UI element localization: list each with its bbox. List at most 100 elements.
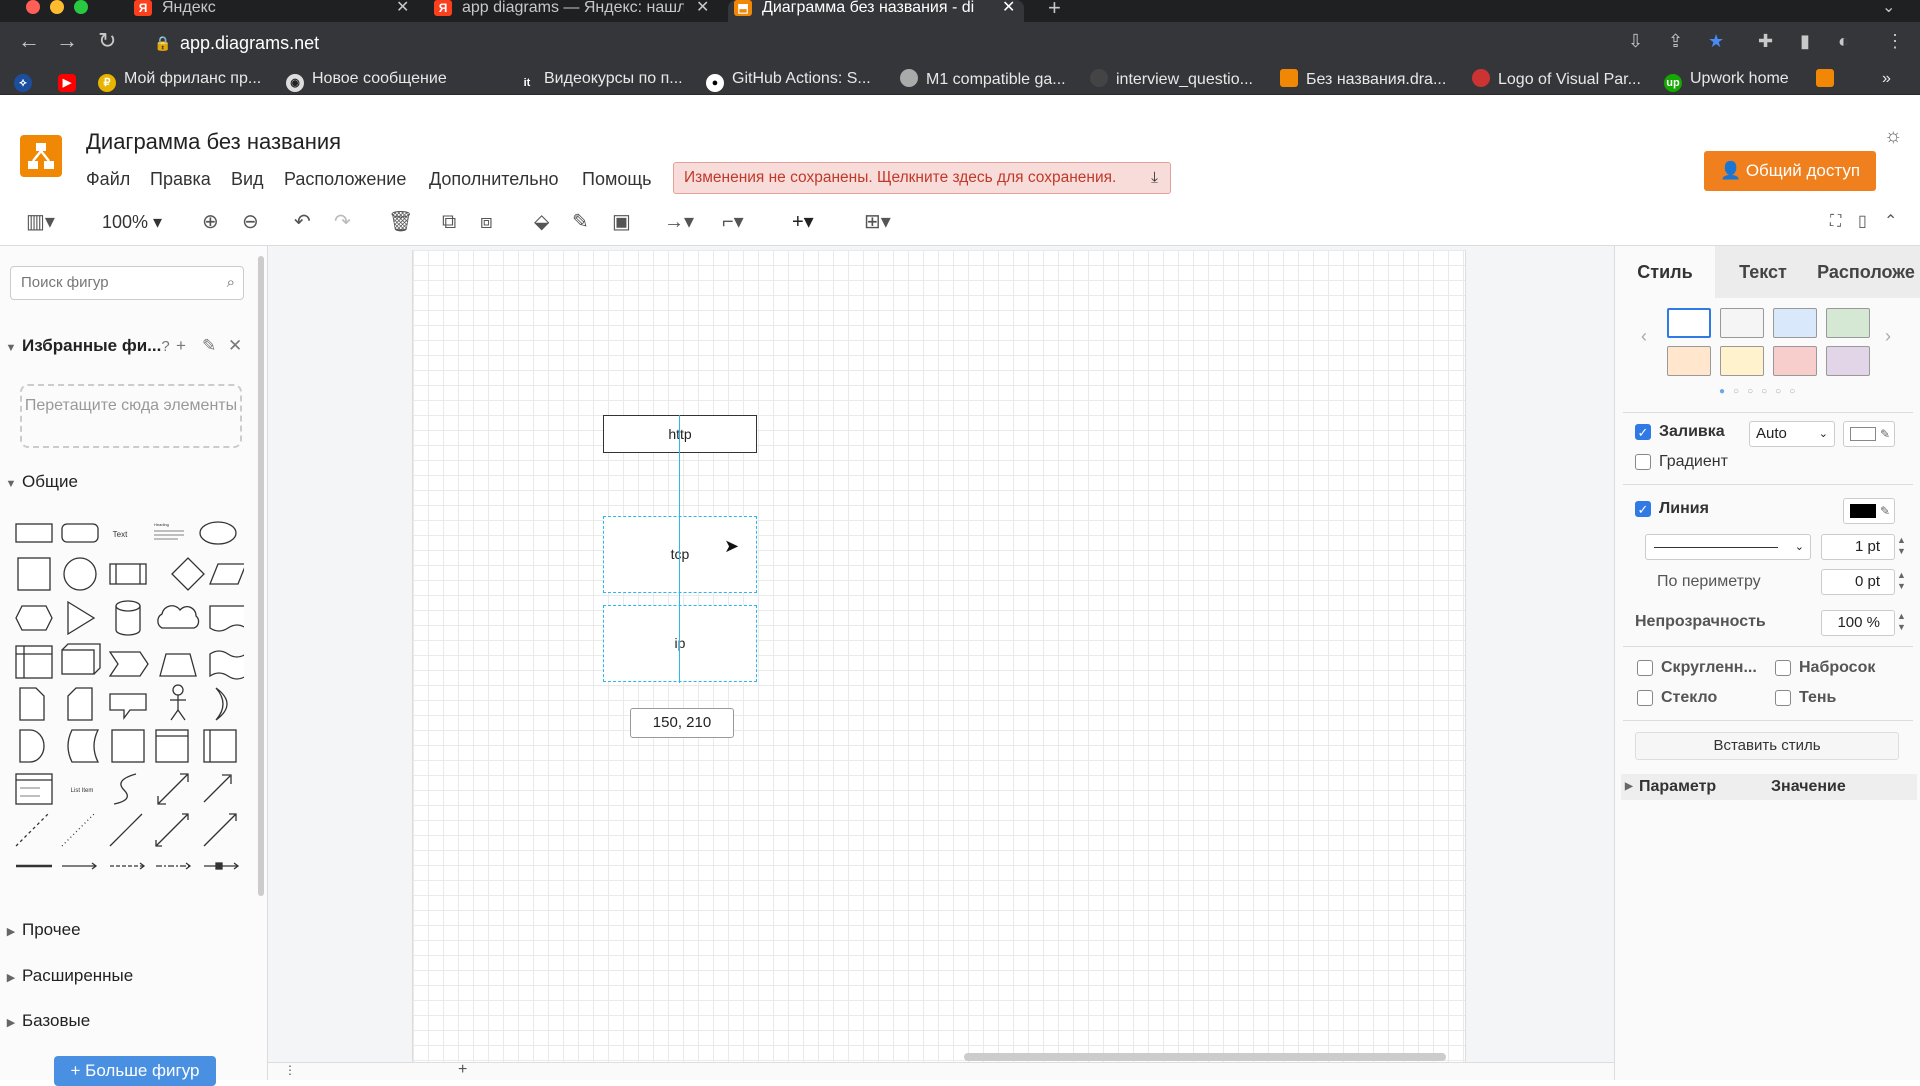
line-color-picker[interactable]: ✎ <box>1843 498 1895 524</box>
document-title[interactable]: Диаграмма без названия <box>86 129 341 155</box>
fill-color-icon[interactable]: ⬙ <box>534 212 549 232</box>
menu-file[interactable]: Файл <box>86 169 130 190</box>
style-swatch[interactable] <box>1773 308 1817 338</box>
shape-container[interactable] <box>155 729 189 763</box>
line-checkbox[interactable]: ✓ <box>1635 501 1651 517</box>
shapes-scrollbar[interactable] <box>258 256 264 896</box>
shape-text[interactable]: Text <box>113 530 128 539</box>
shape-list-item[interactable]: List Item <box>71 788 94 794</box>
table-icon[interactable]: ⊞▾ <box>864 212 891 232</box>
chevron-left-icon[interactable]: ‹ <box>1641 326 1647 347</box>
zoom-select[interactable]: 100% ▾ <box>102 212 162 232</box>
tab-arrange[interactable]: Расположе <box>1811 246 1920 298</box>
shape-and[interactable] <box>19 729 45 763</box>
shadow-checkbox[interactable] <box>1775 690 1791 706</box>
shape-search-input[interactable]: Поиск фигур ⌕ <box>10 266 244 300</box>
line-pattern-select[interactable]: ⌄ <box>1645 534 1811 560</box>
tab-style[interactable]: Стиль <box>1615 246 1715 298</box>
add-icon[interactable]: + <box>176 336 186 356</box>
browser-tab-search[interactable]: Я app diagrams — Яндекс: нашл ✕ <box>428 0 718 22</box>
rounded-checkbox[interactable] <box>1637 660 1653 676</box>
theme-icon[interactable]: ☼ <box>1884 125 1902 148</box>
format-panel-icon[interactable]: ▯ <box>1858 212 1867 232</box>
shape-document[interactable] <box>209 605 244 632</box>
shape-connector-3[interactable] <box>156 862 192 870</box>
sketch-checkbox[interactable] <box>1775 660 1791 676</box>
bookmark-item[interactable]: up Upwork home <box>1664 69 1789 92</box>
close-icon[interactable]: ✕ <box>696 0 709 16</box>
bookmark-item[interactable]: interview_questio... <box>1090 69 1253 89</box>
browser-menu-icon[interactable]: ⋮ <box>1886 31 1904 52</box>
close-icon[interactable]: ✕ <box>1002 0 1015 16</box>
bookmark-star-icon[interactable]: ★ <box>1708 31 1724 52</box>
shape-cube[interactable] <box>61 643 101 675</box>
shape-directional-connector[interactable] <box>203 813 237 847</box>
shape-rectangle[interactable] <box>15 523 53 543</box>
shape-square-2[interactable] <box>111 729 145 763</box>
chevron-right-icon[interactable]: › <box>1885 326 1891 347</box>
bookmark-item[interactable]: it Видеокурсы по п... <box>518 69 683 89</box>
style-swatch[interactable] <box>1826 346 1870 376</box>
general-section[interactable]: ▼ Общие <box>0 472 268 492</box>
bookmark-item[interactable]: Без названия.dra... <box>1280 69 1446 89</box>
shape-cylinder[interactable] <box>115 600 141 636</box>
to-back-icon[interactable]: ⧈ <box>480 212 493 232</box>
share-button[interactable]: 👤 Общий доступ <box>1704 151 1876 191</box>
diagram-page[interactable] <box>412 250 1466 1080</box>
paste-style-button[interactable]: Вставить стиль <box>1635 732 1899 760</box>
shadow-icon[interactable]: ▣ <box>612 212 631 232</box>
add-page-icon[interactable]: + <box>458 1061 467 1079</box>
shape-internal-storage[interactable] <box>15 645 53 679</box>
favorites-help-mark[interactable]: ? <box>161 338 169 355</box>
fill-checkbox[interactable]: ✓ <box>1635 424 1651 440</box>
shape-hexagon[interactable] <box>15 605 53 631</box>
shape-trapezoid[interactable] <box>159 653 197 677</box>
browser-tab-drawio[interactable]: ⬒ Диаграмма без названия - di ✕ <box>728 0 1024 22</box>
shape-data-storage[interactable] <box>67 729 100 763</box>
shape-dotted-line[interactable] <box>61 813 95 847</box>
shape-connector-4[interactable] <box>204 862 240 870</box>
tab-text[interactable]: Текст <box>1715 246 1811 298</box>
shape-card[interactable] <box>67 687 93 721</box>
close-icon[interactable]: ✕ <box>396 0 409 16</box>
collapse-icon[interactable]: ⌃ <box>1884 212 1897 232</box>
shape-square[interactable] <box>17 557 51 591</box>
close-window-button[interactable] <box>26 0 40 14</box>
menu-arrange[interactable]: Расположение <box>284 169 406 190</box>
shape-line[interactable] <box>109 813 143 847</box>
edit-icon[interactable]: ✎ <box>202 336 216 356</box>
perimeter-input[interactable]: 0 pt <box>1821 569 1895 595</box>
menu-view[interactable]: Вид <box>231 169 264 190</box>
style-swatch[interactable] <box>1667 346 1711 376</box>
new-tab-button[interactable]: + <box>1048 0 1072 22</box>
shape-arrow[interactable] <box>203 774 232 803</box>
shape-tape[interactable] <box>209 650 244 680</box>
more-bookmarks-icon[interactable]: » <box>1882 69 1891 89</box>
zoom-out-icon[interactable]: ⊖ <box>242 212 259 232</box>
zoom-in-icon[interactable]: ⊕ <box>202 212 219 232</box>
panels-toggle-icon[interactable]: ▥▾ <box>26 212 55 232</box>
shape-parallelogram[interactable] <box>209 563 244 585</box>
install-icon[interactable]: ⇩ <box>1628 31 1643 52</box>
shape-curve[interactable] <box>113 773 137 805</box>
shape-callout[interactable] <box>109 693 147 720</box>
more-shapes-button[interactable]: + Больше фигур <box>54 1056 216 1086</box>
back-icon[interactable]: ← <box>18 30 40 52</box>
shape-bidirectional-arrow[interactable] <box>157 773 189 805</box>
bookmark-item[interactable]: Logo of Visual Par... <box>1472 69 1641 89</box>
forward-icon[interactable]: → <box>56 30 78 52</box>
connection-icon[interactable]: →▾ <box>664 212 694 232</box>
opacity-input[interactable]: 100 % <box>1821 610 1895 636</box>
favorites-drop-zone[interactable]: Перетащите сюда элементы <box>20 384 242 448</box>
browser-tab-yandex[interactable]: Я Яндекс ✕ <box>128 0 418 22</box>
style-swatch[interactable] <box>1667 308 1711 338</box>
delete-icon[interactable]: 🗑 <box>388 212 413 232</box>
tab-list-icon[interactable]: ⌄ <box>1882 0 1902 22</box>
style-swatch[interactable] <box>1720 308 1764 338</box>
stepper-icon[interactable]: ▲ ▼ <box>1897 535 1906 557</box>
extensions-icon[interactable]: ✚ <box>1758 31 1773 52</box>
bookmark-youtube[interactable]: ▶ <box>58 69 84 92</box>
bookmark-item[interactable]: ◉ Новое сообщение <box>286 69 447 92</box>
diagram-node-ip[interactable]: ip <box>603 605 757 682</box>
shape-bidirectional-connector[interactable] <box>155 813 189 847</box>
